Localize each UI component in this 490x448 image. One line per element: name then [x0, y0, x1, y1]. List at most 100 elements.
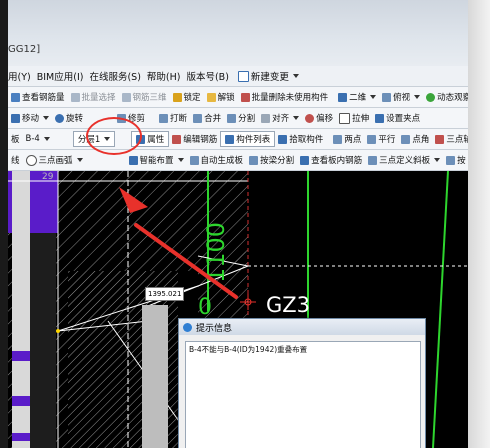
chevron-down-icon: [370, 95, 377, 99]
auto-generate-slab-button[interactable]: 自动生成板: [187, 154, 247, 166]
rebar-3d-button[interactable]: 钢筋三维: [119, 91, 170, 103]
split-by-beam-button[interactable]: 按梁分割: [246, 154, 297, 166]
split-icon: [227, 113, 237, 123]
menu-item-version[interactable]: 版本号(B): [186, 69, 228, 83]
edit-rebar-icon: [172, 134, 182, 144]
arc-icon: [25, 154, 37, 166]
column-label-gz3: GZ3: [266, 293, 310, 317]
stretch-button[interactable]: 拉伸: [336, 112, 372, 124]
toolbar-component: 板 B-4 分层1 属性 编辑钢筋 构件列表 拾取构件 两点 平行 点角 三点辅: [8, 129, 468, 150]
move-icon: [11, 113, 20, 123]
three-point-slope-button[interactable]: 三点定义斜板: [365, 154, 443, 166]
menu-bar: 用(Y) BIM应用(I) 在线服务(S) 帮助(H) 版本号(B) 新建变更: [8, 66, 468, 87]
monitor-bezel-left: [0, 0, 8, 448]
two-point-button[interactable]: 两点: [330, 133, 364, 145]
component-list-button[interactable]: 构件列表: [220, 131, 276, 147]
info-icon: [183, 322, 192, 332]
pick-component-button[interactable]: 拾取构件: [275, 133, 326, 145]
dynamic-observe-dropdown[interactable]: 动态观察: [423, 91, 468, 103]
chevron-down-icon: [414, 95, 421, 99]
dimension-zero: 0: [198, 295, 212, 320]
unlock-button[interactable]: 解锁: [204, 91, 238, 103]
chevron-down-icon: [43, 116, 50, 120]
grid-axis-number: 29: [42, 172, 54, 182]
split-beam-icon: [249, 155, 259, 165]
chevron-down-icon: [434, 158, 441, 162]
chevron-down-icon: [292, 74, 299, 78]
lock-icon: [172, 92, 182, 102]
edit-rebar-button[interactable]: 编辑钢筋: [169, 133, 220, 145]
menu-item-application[interactable]: 用(Y): [8, 69, 31, 83]
align-dropdown[interactable]: 对齐: [258, 112, 302, 124]
top-view-icon: [382, 92, 392, 102]
rotate-button[interactable]: 旋转: [52, 112, 86, 124]
slab-name-select[interactable]: B-4: [23, 134, 53, 144]
toolbar-edit: 移动 旋转 修剪 打断 合并 分割 对齐 偏移 拉伸 设置夹点: [8, 108, 468, 129]
view-slab-rebar-button[interactable]: 查看板内钢筋: [297, 154, 365, 166]
auto-generate-icon: [189, 155, 199, 165]
merge-icon: [193, 113, 203, 123]
angle-icon: [401, 134, 411, 144]
menu-item-online-service[interactable]: 在线服务(S): [89, 69, 140, 83]
smart-layout-icon: [128, 155, 138, 165]
gray-column: [12, 171, 30, 448]
set-grip-button[interactable]: 设置夹点: [372, 112, 423, 124]
batch-delete-unused-button[interactable]: 批量删除未使用构件: [238, 91, 332, 103]
application-screen: GG12] 用(Y) BIM应用(I) 在线服务(S) 帮助(H) 版本号(B)…: [8, 0, 468, 448]
dialog-message: B-4不能与B-4(ID为1942)重叠布置: [189, 345, 308, 354]
lock-button[interactable]: 锁定: [170, 91, 204, 103]
stretch-icon: [339, 112, 351, 124]
cube-icon: [121, 92, 131, 102]
parallel-button[interactable]: 平行: [364, 133, 398, 145]
break-button[interactable]: 打断: [156, 112, 190, 124]
three-point-arc-button[interactable]: 三点画弧: [23, 154, 86, 166]
pick-icon: [278, 134, 288, 144]
drawing-canvas[interactable]: 29 1100 0 GZ3 1395.021 提示信息 B-4不能与B-4(ID…: [8, 171, 468, 448]
offset-icon: [305, 113, 315, 123]
grip-icon: [375, 113, 385, 123]
split-button[interactable]: 分割: [224, 112, 258, 124]
top-view-dropdown[interactable]: 俯视: [379, 91, 423, 103]
point-angle-button[interactable]: 点角: [398, 133, 432, 145]
prompt-dialog[interactable]: 提示信息 B-4不能与B-4(ID为1942)重叠布置: [178, 318, 426, 448]
toolbar-view: 查看钢筋量 批量选择 钢筋三维 锁定 解锁 批量删除未使用构件 二维 俯视 动态…: [8, 87, 468, 108]
two-point-icon: [333, 134, 343, 144]
coordinate-tooltip: 1395.021: [145, 287, 185, 301]
slab-type-label: 板: [11, 135, 20, 145]
view-2d-icon: [338, 92, 348, 102]
merge-button[interactable]: 合并: [190, 112, 224, 124]
align-icon: [261, 113, 271, 123]
list-icon: [225, 134, 235, 144]
three-point-aux-button[interactable]: 三点辅: [432, 133, 468, 145]
by-button[interactable]: 按: [443, 154, 468, 166]
monitor-bezel-right: [468, 0, 490, 448]
batch-select-button[interactable]: 批量选择: [68, 91, 119, 103]
break-icon: [159, 113, 169, 123]
offset-button[interactable]: 偏移: [302, 112, 336, 124]
move-button[interactable]: 移动: [8, 112, 52, 124]
annotation-circle: [86, 117, 142, 155]
by-icon: [446, 155, 456, 165]
window-title: GG12]: [8, 44, 41, 55]
chevron-down-icon: [177, 158, 184, 162]
rotate-icon: [55, 113, 65, 123]
view-rebar-icon: [300, 155, 310, 165]
menu-item-bim[interactable]: BIM应用(I): [37, 69, 84, 83]
view-rebar-quantity-button[interactable]: 查看钢筋量: [8, 91, 68, 103]
parallel-icon: [367, 134, 377, 144]
calculator-icon: [11, 92, 20, 102]
dialog-message-box[interactable]: B-4不能与B-4(ID为1942)重叠布置: [185, 341, 421, 448]
document-icon: [237, 70, 249, 82]
menu-item-help[interactable]: 帮助(H): [147, 69, 181, 83]
dialog-title: 提示信息: [196, 323, 233, 334]
new-change-menu[interactable]: 新建变更: [235, 69, 302, 83]
line-button[interactable]: 线: [8, 154, 23, 166]
three-point-icon: [435, 134, 445, 144]
dialog-titlebar[interactable]: 提示信息: [179, 319, 425, 335]
smart-layout-button[interactable]: 智能布置: [126, 154, 187, 166]
selected-slab-edge: [142, 305, 168, 448]
2d-view-dropdown[interactable]: 二维: [335, 91, 379, 103]
delete-icon: [240, 92, 250, 102]
chevron-down-icon: [43, 137, 50, 141]
slope-icon: [368, 155, 378, 165]
